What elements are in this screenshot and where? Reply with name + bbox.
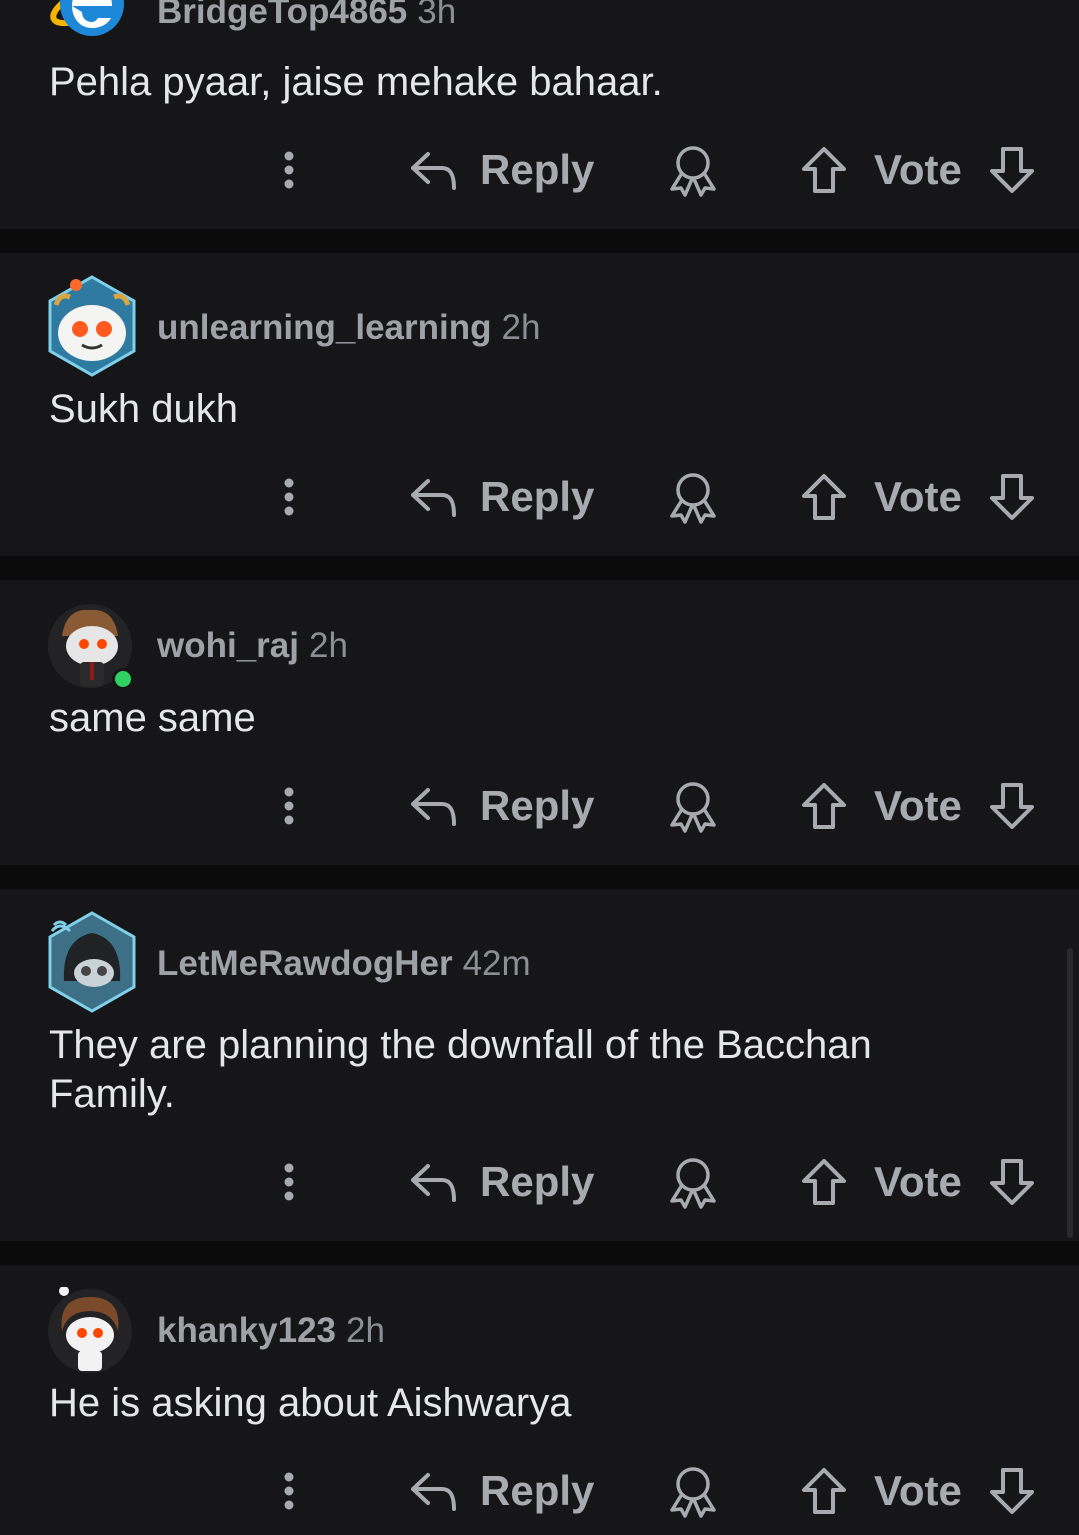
downvote-arrow-icon[interactable]: [988, 1157, 1036, 1207]
reply-button[interactable]: Reply: [408, 776, 594, 836]
reply-button[interactable]: Reply: [408, 140, 594, 200]
username[interactable]: wohi_raj: [157, 626, 299, 665]
vote-label: Vote: [874, 1158, 962, 1205]
comment-card: LetMeRawdogHer 42m They are planning the …: [0, 889, 1079, 1241]
award-icon: [670, 782, 716, 833]
reply-arrow-icon: [411, 1473, 456, 1511]
comment-actions: Reply Vote: [0, 1152, 1079, 1212]
upvote-arrow-icon[interactable]: [800, 145, 848, 195]
username[interactable]: BridgeTop4865: [157, 0, 407, 31]
reply-button[interactable]: Reply: [408, 1152, 594, 1212]
vote-label: Vote: [874, 782, 962, 829]
reply-label: Reply: [480, 146, 595, 193]
snoo-brown-hair-avatar-icon[interactable]: [46, 1287, 134, 1375]
more-options-button[interactable]: [270, 1461, 308, 1521]
more-vertical-icon: [284, 787, 294, 825]
downvote-arrow-icon[interactable]: [988, 1466, 1036, 1516]
comment-actions: Reply Vote: [0, 776, 1079, 836]
comment-body: They are planning the downfall of the Ba…: [49, 1023, 872, 1116]
comment-meta: BridgeTop4865 3h: [157, 0, 456, 32]
comment-meta: khanky123 2h: [157, 1311, 385, 1351]
reply-button[interactable]: Reply: [408, 467, 594, 527]
comment-actions: Reply Vote: [0, 140, 1079, 200]
snoo-hooded-mask-avatar-icon[interactable]: [46, 911, 136, 1013]
comment-actions: Reply Vote: [0, 467, 1079, 527]
username[interactable]: LetMeRawdogHer: [157, 944, 453, 983]
username[interactable]: unlearning_learning: [157, 308, 492, 347]
vote-control: Vote: [800, 140, 1036, 200]
vote-label: Vote: [874, 473, 962, 520]
award-icon: [670, 1467, 716, 1518]
award-icon: [670, 146, 716, 197]
vote-label: Vote: [874, 1467, 962, 1514]
reply-arrow-icon: [411, 152, 456, 190]
more-options-button[interactable]: [270, 1152, 308, 1212]
award-icon: [670, 1158, 716, 1209]
comment-age: 3h: [417, 0, 457, 31]
award-button[interactable]: [664, 467, 722, 527]
vote-control: Vote: [800, 1461, 1036, 1521]
more-options-button[interactable]: [270, 140, 308, 200]
comment-age: 2h: [308, 626, 348, 665]
award-button[interactable]: [664, 1461, 722, 1521]
comment-body: Sukh dukh: [49, 387, 239, 431]
snoo-creature-avatar-icon[interactable]: [46, 275, 136, 377]
vote-control: Vote: [800, 467, 1036, 527]
reply-label: Reply: [480, 1158, 595, 1205]
more-vertical-icon: [284, 151, 294, 189]
downvote-arrow-icon[interactable]: [988, 472, 1036, 522]
upvote-arrow-icon[interactable]: [800, 1157, 848, 1207]
online-status-indicator: [112, 668, 134, 690]
downvote-arrow-icon[interactable]: [988, 781, 1036, 831]
award-button[interactable]: [664, 776, 722, 836]
reply-arrow-icon: [411, 1164, 456, 1202]
award-button[interactable]: [664, 140, 722, 200]
award-button[interactable]: [664, 1152, 722, 1212]
comment-body: same same: [49, 696, 256, 740]
upvote-arrow-icon[interactable]: [800, 472, 848, 522]
more-vertical-icon: [284, 1163, 294, 1201]
comment-meta: LetMeRawdogHer 42m: [157, 944, 531, 984]
comment-body: Pehla pyaar, jaise mehake bahaar.: [49, 60, 663, 104]
comment-body: He is asking about Aishwarya: [49, 1381, 572, 1425]
more-vertical-icon: [284, 1472, 294, 1510]
upvote-arrow-icon[interactable]: [800, 781, 848, 831]
comment-card: BridgeTop4865 3h Pehla pyaar, jaise mehak…: [0, 0, 1079, 229]
award-icon: [670, 473, 716, 524]
comment-card: khanky123 2h He is asking about Aishwarya…: [0, 1265, 1079, 1535]
vote-label: Vote: [874, 146, 962, 193]
reply-arrow-icon: [411, 479, 456, 517]
comment-card: unlearning_learning 2h Sukh dukh Reply Vo…: [0, 253, 1079, 556]
comment-card: wohi_raj 2h same same Reply Vote: [0, 580, 1079, 865]
upvote-arrow-icon[interactable]: [800, 1466, 848, 1516]
comment-meta: unlearning_learning 2h: [157, 308, 540, 348]
internet-explorer-logo-icon[interactable]: [46, 0, 134, 46]
comment-age: 2h: [346, 1311, 385, 1350]
vote-control: Vote: [800, 1152, 1036, 1212]
reply-arrow-icon: [411, 788, 456, 826]
comment-actions: Reply Vote: [0, 1461, 1079, 1521]
more-options-button[interactable]: [270, 467, 308, 527]
comment-meta: wohi_raj 2h: [157, 626, 348, 666]
reply-label: Reply: [480, 473, 595, 520]
comment-age: 2h: [501, 308, 541, 347]
more-options-button[interactable]: [270, 776, 308, 836]
username[interactable]: khanky123: [157, 1311, 336, 1350]
reply-label: Reply: [480, 782, 595, 829]
reply-label: Reply: [480, 1467, 595, 1514]
comment-age: 42m: [462, 944, 531, 983]
downvote-arrow-icon[interactable]: [988, 145, 1036, 195]
more-vertical-icon: [284, 478, 294, 516]
scrollbar[interactable]: [1067, 948, 1073, 1238]
vote-control: Vote: [800, 776, 1036, 836]
reply-button[interactable]: Reply: [408, 1461, 594, 1521]
